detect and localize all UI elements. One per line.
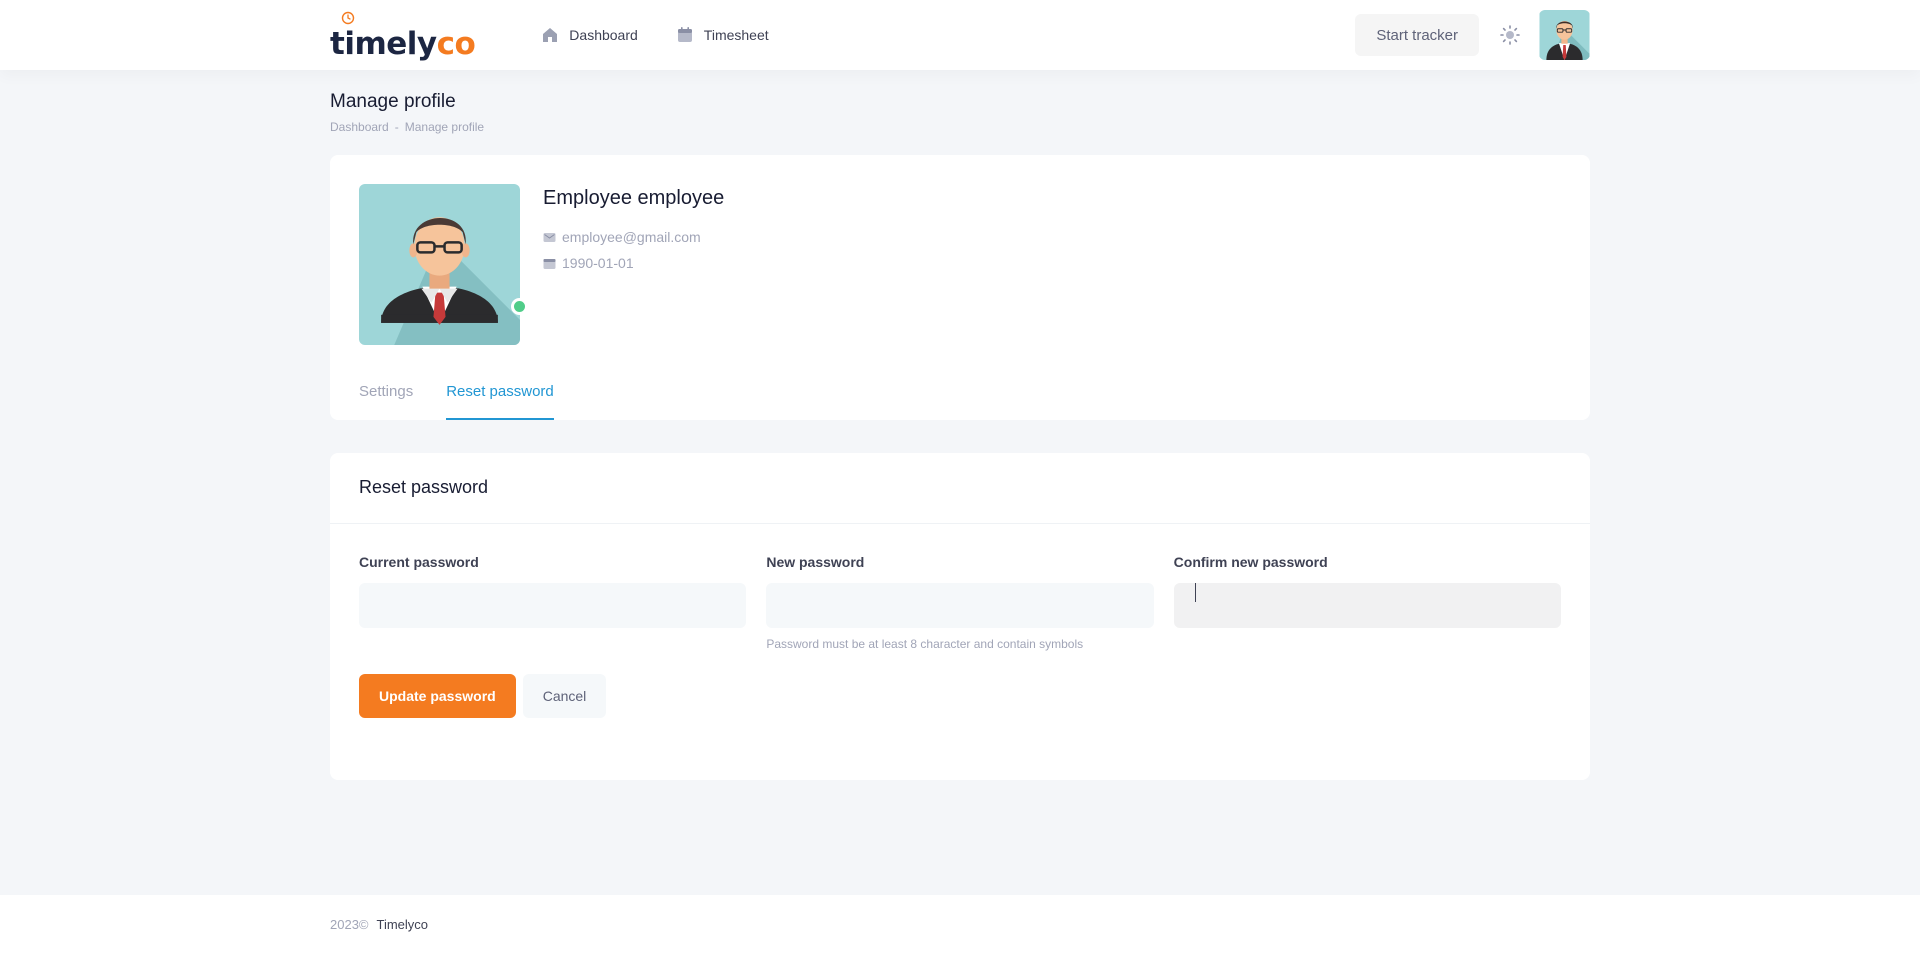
profile-card: Employee employee employee@gmail.com 199… <box>330 155 1590 420</box>
profile-avatar <box>359 184 520 345</box>
nav-timesheet[interactable]: Timesheet <box>676 26 769 44</box>
top-header: timelyco Dashboard Timesheet Start track… <box>0 0 1920 70</box>
avatar <box>359 184 520 345</box>
footer-copyright: 2023© <box>330 917 369 932</box>
home-icon <box>543 28 558 42</box>
tab-reset-password[interactable]: Reset password <box>446 383 554 420</box>
calendar-icon <box>677 27 692 42</box>
profile-email-row: employee@gmail.com <box>543 229 724 245</box>
breadcrumb-separator: - <box>394 120 399 134</box>
clock-icon <box>341 11 355 25</box>
nav-timesheet-label: Timesheet <box>703 27 769 43</box>
reset-password-title: Reset password <box>330 453 1590 524</box>
reset-password-card: Reset password Current password New pass… <box>330 453 1590 780</box>
confirm-password-input[interactable] <box>1173 583 1561 628</box>
tab-settings[interactable]: Settings <box>359 383 413 420</box>
confirm-password-group: Confirm new password <box>1173 554 1561 651</box>
footer: 2023© Timelyco <box>0 895 1920 955</box>
breadcrumb-dashboard[interactable]: Dashboard <box>330 120 389 134</box>
breadcrumb-current: Manage profile <box>404 120 485 134</box>
footer-brand-link[interactable]: Timelyco <box>377 917 429 932</box>
theme-toggle[interactable] <box>1499 24 1521 46</box>
envelope-icon <box>543 232 556 242</box>
calendar-icon <box>543 258 556 269</box>
profile-info: Employee employee employee@gmail.com 199… <box>543 184 724 345</box>
sun-icon <box>1500 25 1520 45</box>
profile-birthdate: 1990-01-01 <box>562 255 634 271</box>
logo[interactable]: timelyco <box>330 10 476 62</box>
text-caret <box>1194 583 1196 602</box>
logo-text: timelyco <box>330 26 476 62</box>
new-password-label: New password <box>766 554 865 570</box>
breadcrumb: Dashboard - Manage profile <box>330 120 1590 134</box>
profile-birthdate-row: 1990-01-01 <box>543 255 724 271</box>
current-password-input[interactable] <box>359 583 747 628</box>
start-tracker-button[interactable]: Start tracker <box>1355 14 1479 56</box>
form-actions: Update password Cancel <box>359 674 1561 718</box>
new-password-group: New password Password must be at least 8… <box>766 554 1154 651</box>
cancel-button[interactable]: Cancel <box>522 674 607 718</box>
user-avatar-button[interactable] <box>1539 10 1590 60</box>
new-password-hint: Password must be at least 8 character an… <box>766 637 1084 651</box>
nav-dashboard[interactable]: Dashboard <box>541 26 638 44</box>
update-password-button[interactable]: Update password <box>359 674 516 718</box>
profile-tabs: Settings Reset password <box>359 383 554 420</box>
new-password-input[interactable] <box>766 583 1154 628</box>
main-content: Manage profile Dashboard - Manage profil… <box>330 91 1590 780</box>
nav-dashboard-label: Dashboard <box>569 27 638 43</box>
current-password-label: Current password <box>359 554 479 570</box>
profile-name: Employee employee <box>543 187 725 209</box>
profile-email: employee@gmail.com <box>562 229 701 245</box>
page-title: Manage profile <box>330 91 456 112</box>
online-status-indicator <box>511 298 528 315</box>
main-nav: Dashboard Timesheet <box>541 26 769 44</box>
confirm-password-label: Confirm new password <box>1173 554 1328 570</box>
header-actions: Start tracker <box>1355 10 1590 60</box>
password-fields: Current password New password Password m… <box>359 554 1561 651</box>
user-avatar <box>1539 10 1590 60</box>
current-password-group: Current password <box>359 554 747 651</box>
